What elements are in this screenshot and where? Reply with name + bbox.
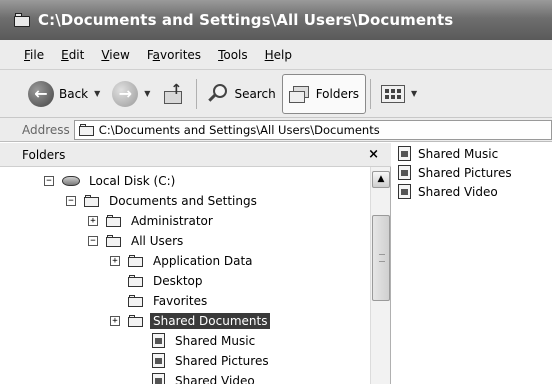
content-item-shared-pictures[interactable]: Shared Pictures <box>396 164 512 182</box>
scroll-thumb[interactable] <box>372 215 390 301</box>
tree-item-local-disk[interactable]: − Local Disk (C:) <box>44 171 178 191</box>
forward-arrow-icon: → <box>112 80 139 107</box>
menu-tools[interactable]: Tools <box>218 48 248 62</box>
tree-scrollbar[interactable]: ▲ <box>370 167 390 384</box>
open-folder-icon <box>128 315 144 327</box>
close-icon[interactable]: × <box>368 147 379 162</box>
tree-item-label: Local Disk (C:) <box>89 174 176 188</box>
search-icon <box>207 83 229 105</box>
menu-file[interactable]: File <box>24 48 44 62</box>
tree-item-all-users[interactable]: − All Users <box>88 231 186 251</box>
back-button[interactable]: ← Back ▼ <box>22 74 106 114</box>
tree-item-label: Application Data <box>153 254 253 268</box>
folder-icon <box>106 235 122 247</box>
content-item-shared-video[interactable]: Shared Video <box>396 183 498 201</box>
tree-item-administrator[interactable]: + Administrator <box>88 211 216 231</box>
tree-item-shared-video[interactable]: Shared Video <box>150 371 258 384</box>
tree-item-application-data[interactable]: + Application Data <box>110 251 256 271</box>
address-bar: Address C:\Documents and Settings\All Us… <box>0 118 552 142</box>
folder-up-icon: ↑ <box>162 82 186 106</box>
scroll-up-icon[interactable]: ▲ <box>372 171 390 188</box>
video-folder-icon <box>150 373 166 384</box>
back-label: Back <box>59 86 89 101</box>
folder-tree: − Local Disk (C:) − Documents and Settin… <box>0 167 370 384</box>
views-button[interactable]: ▼ <box>375 74 423 114</box>
folder-icon <box>106 215 122 227</box>
address-label: Address <box>22 122 70 137</box>
search-button[interactable]: Search <box>201 74 281 114</box>
folder-icon <box>128 295 144 307</box>
tree-item-label: Shared Pictures <box>175 354 269 368</box>
folder-icon <box>14 13 32 27</box>
tree-item-favorites[interactable]: Favorites <box>128 291 210 311</box>
forward-dropdown-icon[interactable]: ▼ <box>144 89 150 98</box>
folders-button[interactable]: Folders <box>281 73 367 114</box>
toolbar: ← Back ▼ → ▼ ↑ Search Folders ▼ <box>0 70 552 118</box>
window-title: C:\Documents and Settings\All Users\Docu… <box>38 11 454 29</box>
address-value: C:\Documents and Settings\All Users\Docu… <box>98 122 380 137</box>
address-field[interactable]: C:\Documents and Settings\All Users\Docu… <box>73 119 552 140</box>
tree-item-label: Administrator <box>131 214 213 228</box>
folder-icon <box>128 255 144 267</box>
tree-item-label: Favorites <box>153 294 208 308</box>
folder-icon <box>78 123 95 136</box>
folder-icon <box>128 275 144 287</box>
pictures-folder-icon <box>396 165 412 181</box>
tree-item-shared-pictures[interactable]: Shared Pictures <box>150 351 272 371</box>
tree-item-shared-music[interactable]: Shared Music <box>150 331 258 351</box>
folders-label: Folders <box>315 86 360 101</box>
expand-icon[interactable]: + <box>110 316 120 326</box>
collapse-icon[interactable]: − <box>88 236 98 246</box>
content-item-label: Shared Pictures <box>418 166 512 180</box>
folders-icon <box>288 84 311 104</box>
content-item-label: Shared Music <box>418 147 499 161</box>
toolbar-separator <box>370 78 372 109</box>
folders-pane: Folders × − Local Disk (C:) − Documents … <box>0 143 391 384</box>
content-item-label: Shared Video <box>418 185 498 199</box>
menu-help[interactable]: Help <box>265 48 292 62</box>
collapse-icon[interactable]: − <box>66 196 76 206</box>
content-item-shared-music[interactable]: Shared Music <box>396 145 498 163</box>
tree-item-label: Shared Video <box>175 374 255 384</box>
disk-icon <box>62 176 80 186</box>
content-pane: Shared Music Shared Pictures Shared Vide… <box>392 143 552 384</box>
tree-item-label: Shared Music <box>175 334 256 348</box>
music-folder-icon <box>396 146 412 162</box>
search-label: Search <box>234 86 276 101</box>
views-icon <box>381 84 406 103</box>
up-button[interactable]: ↑ <box>156 74 192 114</box>
folders-pane-title: Folders <box>22 147 66 162</box>
folder-icon <box>84 195 100 207</box>
tree-item-label: All Users <box>131 234 184 248</box>
expand-icon[interactable]: + <box>110 256 120 266</box>
video-folder-icon <box>396 184 412 200</box>
tree-item-label: Shared Documents <box>150 313 271 329</box>
menu-bar: File Edit View Favorites Tools Help <box>0 40 552 70</box>
tree-item-documents-and-settings[interactable]: − Documents and Settings <box>66 191 260 211</box>
collapse-icon[interactable]: − <box>44 176 54 186</box>
pictures-folder-icon <box>150 353 166 369</box>
menu-favorites[interactable]: Favorites <box>147 48 201 62</box>
menu-view[interactable]: View <box>101 48 129 62</box>
tree-item-shared-documents[interactable]: + Shared Documents <box>110 311 271 331</box>
toolbar-separator <box>196 78 198 109</box>
tree-item-label: Desktop <box>153 274 203 288</box>
back-dropdown-icon[interactable]: ▼ <box>94 89 100 98</box>
title-bar[interactable]: C:\Documents and Settings\All Users\Docu… <box>0 0 552 40</box>
music-folder-icon <box>150 333 166 349</box>
expand-icon[interactable]: + <box>88 216 98 226</box>
folders-pane-header: Folders × <box>0 143 391 167</box>
views-dropdown-icon[interactable]: ▼ <box>411 89 417 98</box>
tree-item-desktop[interactable]: Desktop <box>128 271 206 291</box>
forward-button[interactable]: → ▼ <box>106 74 156 114</box>
tree-item-label: Documents and Settings <box>109 194 257 208</box>
menu-edit[interactable]: Edit <box>61 48 84 62</box>
back-arrow-icon: ← <box>28 80 54 107</box>
